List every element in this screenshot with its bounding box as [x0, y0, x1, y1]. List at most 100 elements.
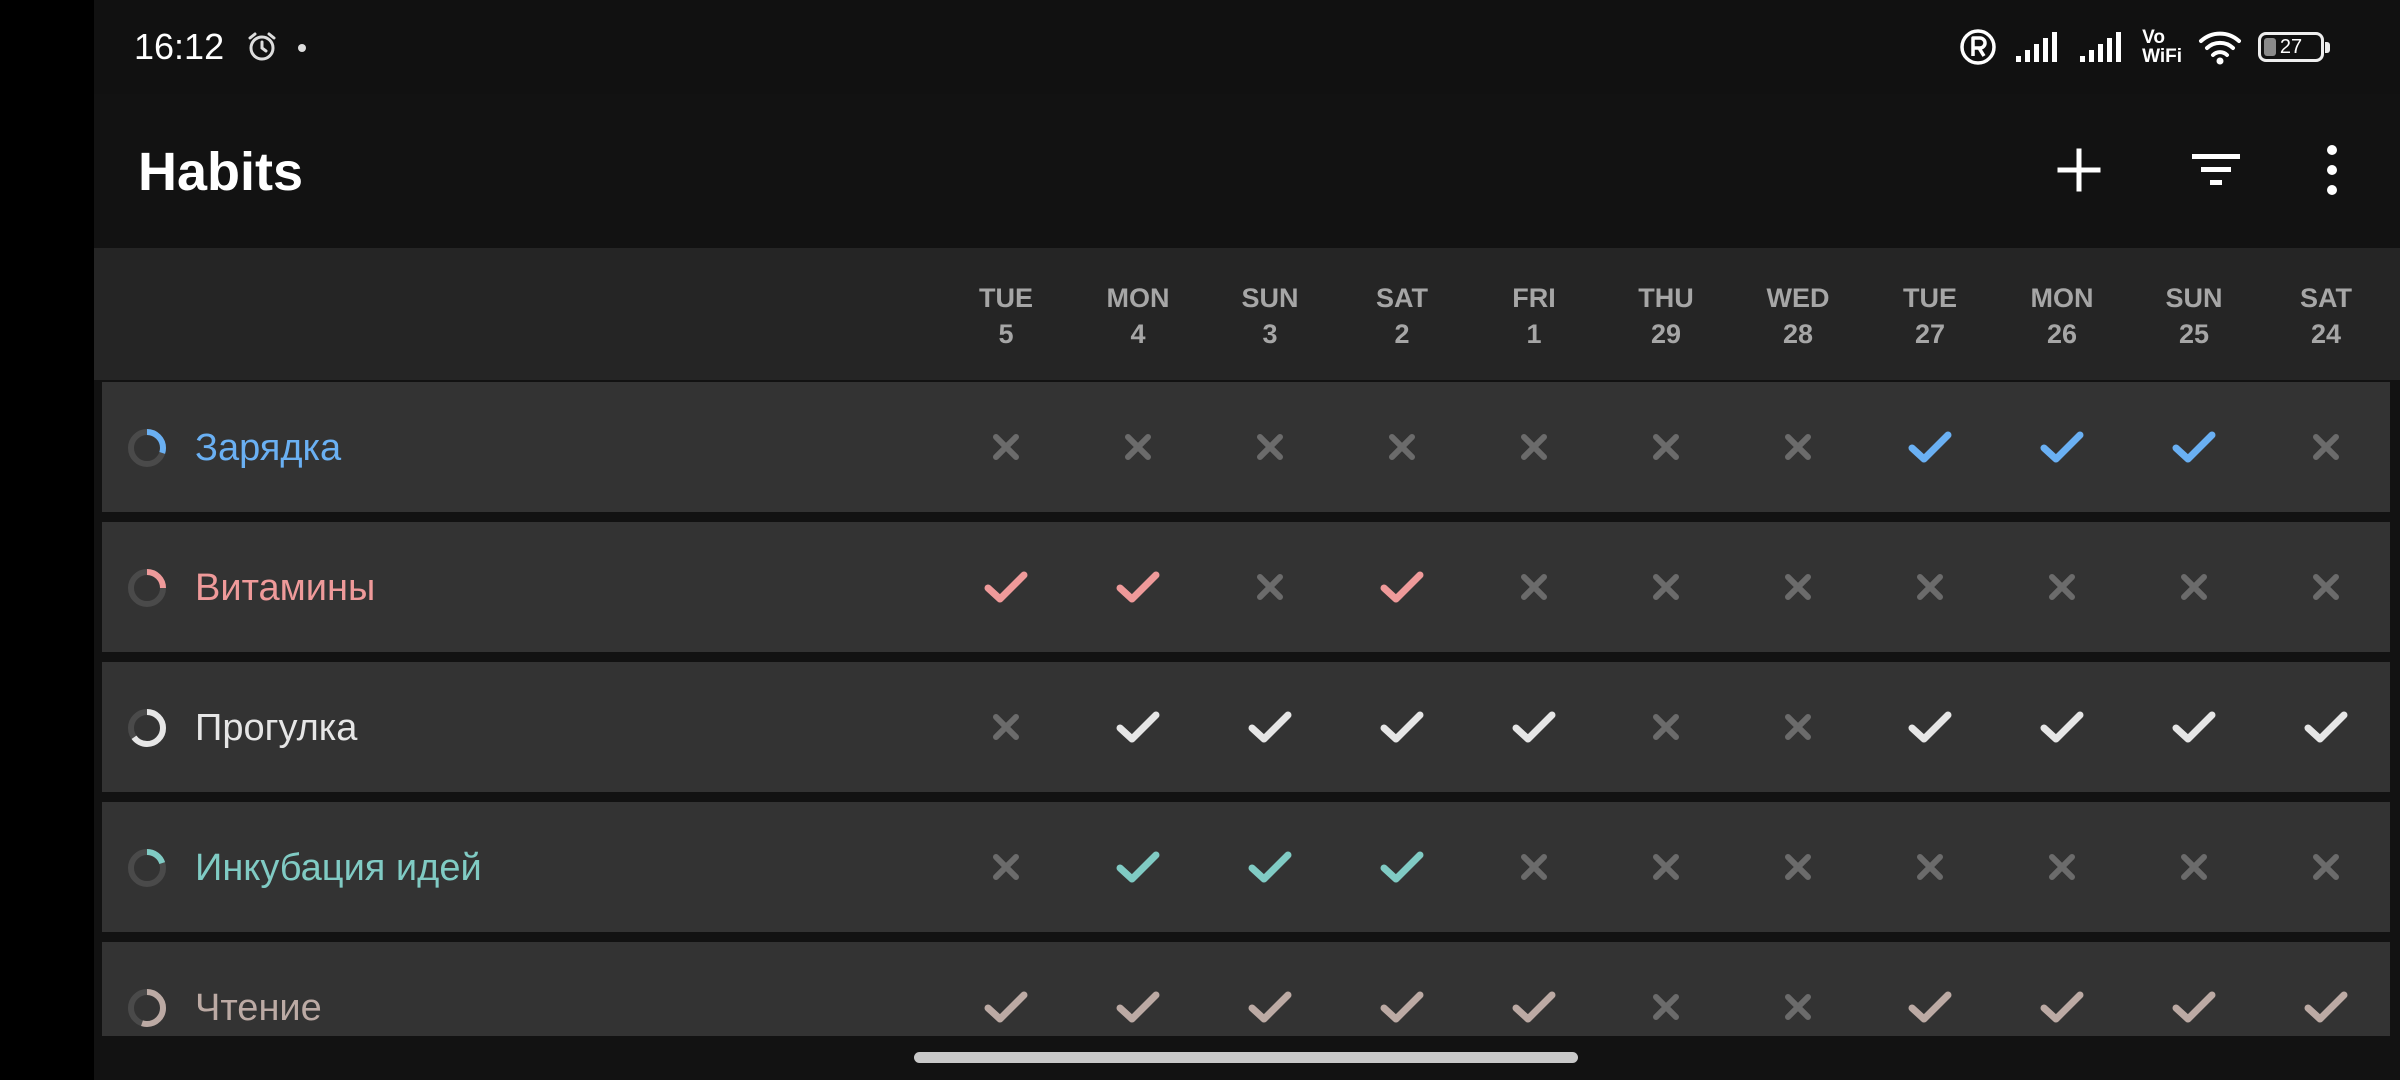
roaming-r-icon	[1960, 29, 1996, 65]
alarm-icon	[248, 32, 276, 61]
vowifi-top-label: Vo	[2142, 27, 2165, 48]
habit-check-cell-unchecked[interactable]	[1638, 699, 1694, 755]
habit-check-cell-checked[interactable]	[2298, 699, 2354, 755]
habit-check-cell-checked[interactable]	[1902, 699, 1958, 755]
habit-name[interactable]: Зарядка	[195, 428, 341, 468]
habit-check-cell-unchecked[interactable]	[1506, 559, 1562, 615]
habit-check-cell-unchecked[interactable]	[978, 839, 1034, 895]
habit-check-cell-unchecked[interactable]	[1902, 559, 1958, 615]
habit-check-cell-unchecked[interactable]	[2298, 419, 2354, 475]
habit-check-cell-checked[interactable]	[1374, 559, 1430, 615]
habit-check-cell-unchecked[interactable]	[978, 699, 1034, 755]
habit-check-cell-unchecked[interactable]	[2298, 559, 2354, 615]
filter-button[interactable]	[2176, 130, 2256, 210]
habit-check-cell-checked[interactable]	[1110, 839, 1166, 895]
habit-check-cell-checked[interactable]	[1374, 699, 1430, 755]
habit-check-cell-checked[interactable]	[1374, 979, 1430, 1035]
habit-check-cell-checked[interactable]	[1902, 419, 1958, 475]
habit-check-cell-checked[interactable]	[1242, 839, 1298, 895]
habit-check-cell-unchecked[interactable]	[1770, 559, 1826, 615]
day-date-label: 2	[1394, 319, 1410, 349]
habit-score-ring-icon	[128, 709, 166, 747]
habit-check-cell-unchecked[interactable]	[2034, 839, 2090, 895]
habit-check-cell-checked[interactable]	[1506, 979, 1562, 1035]
add-habit-button[interactable]	[2039, 130, 2119, 210]
habit-check-cell-unchecked[interactable]	[2034, 559, 2090, 615]
habit-check-cell-unchecked[interactable]	[1506, 419, 1562, 475]
habit-check-cell-checked[interactable]	[1110, 979, 1166, 1035]
habit-name[interactable]: Инкубация идей	[195, 848, 482, 888]
habit-check-cell-checked[interactable]	[1506, 699, 1562, 755]
day-of-week-label: SUN	[2165, 283, 2223, 313]
day-date-label: 25	[2178, 319, 2210, 349]
cross-icon	[2313, 574, 2339, 600]
habit-check-cell-checked[interactable]	[1110, 699, 1166, 755]
cross-icon	[1389, 434, 1415, 460]
habit-check-cell-checked[interactable]	[1374, 839, 1430, 895]
habit-check-cell-checked[interactable]	[1242, 979, 1298, 1035]
habit-name[interactable]: Чтение	[195, 988, 322, 1028]
vowifi-bottom-label: WiFi	[2142, 46, 2182, 67]
day-date-label: 28	[1782, 319, 1814, 349]
check-icon	[1116, 991, 1160, 1023]
habit-check-cell-checked[interactable]	[978, 979, 1034, 1035]
day-of-week-label: FRI	[1512, 283, 1556, 313]
habit-check-cell-unchecked[interactable]	[1770, 699, 1826, 755]
habit-check-cell-checked[interactable]	[2298, 979, 2354, 1035]
habit-check-cell-checked[interactable]	[2034, 699, 2090, 755]
habit-check-cell-checked[interactable]	[1902, 979, 1958, 1035]
check-icon	[1116, 711, 1160, 743]
check-icon	[2040, 991, 2084, 1023]
habit-check-cell-unchecked[interactable]	[1638, 839, 1694, 895]
home-indicator[interactable]	[914, 1052, 1578, 1063]
check-icon	[1380, 851, 1424, 883]
habit-check-cell-unchecked[interactable]	[2166, 839, 2222, 895]
habit-name[interactable]: Витамины	[195, 568, 375, 608]
habit-check-cell-unchecked[interactable]	[2298, 839, 2354, 895]
habit-check-cell-unchecked[interactable]	[1638, 559, 1694, 615]
cross-icon	[1653, 574, 1679, 600]
habit-check-cell-checked[interactable]	[2166, 979, 2222, 1035]
habit-check-cell-checked[interactable]	[1110, 559, 1166, 615]
more-options-button[interactable]	[2292, 130, 2372, 210]
day-of-week-label: TUE	[979, 283, 1033, 313]
habit-name[interactable]: Прогулка	[195, 708, 357, 748]
habit-check-cell-unchecked[interactable]	[2166, 559, 2222, 615]
check-icon	[1380, 991, 1424, 1023]
habit-check-cell-unchecked[interactable]	[1638, 419, 1694, 475]
check-icon	[1248, 991, 1292, 1023]
check-icon	[1248, 711, 1292, 743]
vowifi-icon: Vo WiFi	[2142, 28, 2182, 66]
habit-check-cell-checked[interactable]	[1242, 699, 1298, 755]
battery-level: 27	[2279, 35, 2303, 58]
habit-check-cell-unchecked[interactable]	[1770, 839, 1826, 895]
habit-check-cell-checked[interactable]	[2034, 419, 2090, 475]
habit-check-cell-unchecked[interactable]	[1770, 419, 1826, 475]
day-column-header: TUE 5	[951, 280, 1061, 352]
habit-check-cell-unchecked[interactable]	[1902, 839, 1958, 895]
habit-check-cell-unchecked[interactable]	[1506, 839, 1562, 895]
day-header: TUE 5 MON 4 SUN 3 SAT 2 FRI 1 THU 29 WED 28 TUE 27 MON 26…	[94, 248, 2400, 380]
habit-check-cell-unchecked[interactable]	[1770, 979, 1826, 1035]
day-date-label: 5	[998, 319, 1014, 349]
habit-check-cell-unchecked[interactable]	[1374, 419, 1430, 475]
habit-row[interactable]: Витамины	[102, 522, 2390, 652]
check-icon	[1116, 851, 1160, 883]
habit-check-cell-checked[interactable]	[2166, 419, 2222, 475]
habit-row[interactable]: Прогулка	[102, 662, 2390, 792]
habit-score-ring-icon	[128, 989, 166, 1027]
habit-score-ring-icon	[128, 429, 166, 467]
habit-check-cell-unchecked[interactable]	[1638, 979, 1694, 1035]
habit-row[interactable]: Инкубация идей	[102, 802, 2390, 932]
habit-row[interactable]: Зарядка	[102, 382, 2390, 512]
habit-check-cell-unchecked[interactable]	[978, 419, 1034, 475]
day-column-header: WED 28	[1743, 280, 1853, 352]
habit-check-cell-unchecked[interactable]	[1242, 419, 1298, 475]
habit-check-cell-checked[interactable]	[2034, 979, 2090, 1035]
habit-check-cell-unchecked[interactable]	[1242, 559, 1298, 615]
check-icon	[2172, 711, 2216, 743]
habit-check-cell-checked[interactable]	[978, 559, 1034, 615]
wifi-icon	[2199, 31, 2241, 65]
habit-check-cell-checked[interactable]	[2166, 699, 2222, 755]
habit-check-cell-unchecked[interactable]	[1110, 419, 1166, 475]
